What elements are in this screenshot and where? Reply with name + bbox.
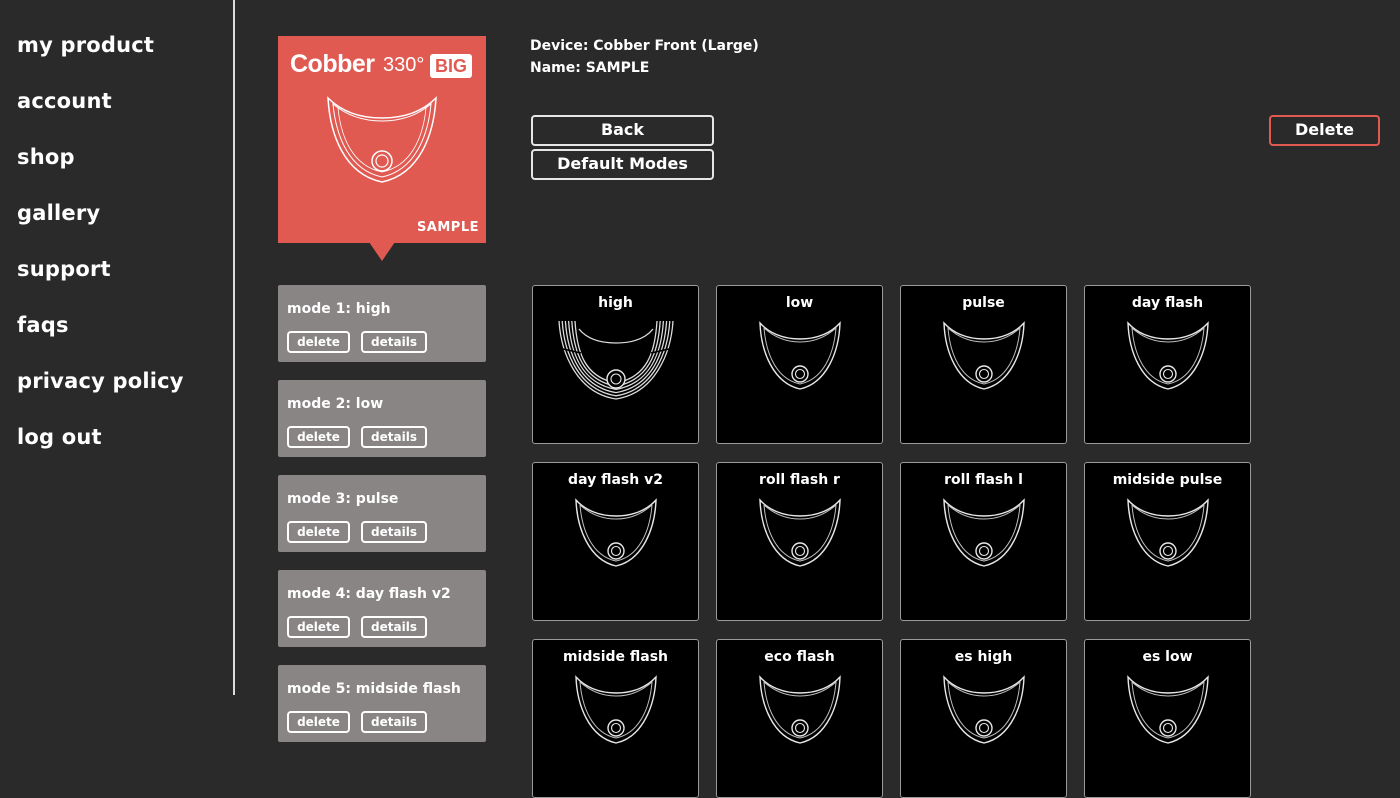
sidebar: my product account shop gallery support … (0, 0, 234, 749)
bike-light-icon (757, 675, 843, 757)
brand-model: 330° (383, 54, 425, 76)
mode-tile[interactable]: es high (900, 639, 1067, 798)
bike-light-icon (757, 498, 843, 580)
mode-delete-button[interactable]: delete (287, 521, 350, 543)
nav-log-out[interactable]: log out (17, 425, 102, 449)
mode-tile[interactable]: day flash v2 (532, 462, 699, 621)
bike-light-icon (1125, 321, 1211, 403)
back-button[interactable]: Back (531, 115, 714, 146)
sidebar-divider (233, 0, 235, 695)
bike-light-icon (941, 498, 1027, 580)
mode-tile[interactable]: eco flash (716, 639, 883, 798)
mode-delete-button[interactable]: delete (287, 616, 350, 638)
mode-item[interactable]: mode 1: high delete details (278, 285, 486, 362)
card-pointer (369, 242, 395, 261)
mode-details-button[interactable]: details (361, 426, 427, 448)
mode-details-button[interactable]: details (361, 711, 427, 733)
mode-tile-label: day flash v2 (568, 472, 663, 488)
delete-device-button[interactable]: Delete (1269, 115, 1380, 146)
mode-tile[interactable]: midside flash (532, 639, 699, 798)
mode-tile-label: midside flash (562, 649, 669, 665)
mode-tile-label: low (785, 295, 814, 311)
mode-item[interactable]: mode 5: midside flash delete details (278, 665, 486, 742)
mode-title: mode 3: pulse (287, 491, 399, 507)
mode-title: mode 5: midside flash (287, 681, 461, 697)
bike-light-icon (573, 675, 659, 757)
bike-light-icon (1125, 498, 1211, 580)
device-name: Name: SAMPLE (530, 60, 650, 76)
mode-tile-label: roll flash l (944, 472, 1023, 488)
brand-name: Cobber (290, 50, 375, 78)
nav-faqs[interactable]: faqs (17, 313, 69, 337)
mode-item[interactable]: mode 4: day flash v2 delete details (278, 570, 486, 647)
brand-badge: BIG (430, 54, 473, 78)
nav-shop[interactable]: shop (17, 145, 75, 169)
mode-tile-label: pulse (962, 295, 1005, 311)
mode-delete-button[interactable]: delete (287, 331, 350, 353)
mode-tile[interactable]: roll flash l (900, 462, 1067, 621)
bike-light-icon (557, 319, 675, 407)
bike-light-icon (941, 321, 1027, 403)
mode-details-button[interactable]: details (361, 331, 427, 353)
card-sample-label: SAMPLE (416, 220, 479, 235)
mode-title: mode 1: high (287, 301, 391, 317)
mode-delete-button[interactable]: delete (287, 711, 350, 733)
mode-tile-label: roll flash r (759, 472, 840, 488)
mode-tile-label: es high (954, 649, 1013, 665)
mode-tile[interactable]: day flash (1084, 285, 1251, 444)
device-info: Device: Cobber Front (Large) (530, 38, 759, 54)
nav-account[interactable]: account (17, 89, 112, 113)
default-modes-button[interactable]: Default Modes (531, 149, 714, 180)
mode-tile-label: high (598, 295, 633, 311)
mode-title: mode 4: day flash v2 (287, 586, 451, 602)
mode-title: mode 2: low (287, 396, 384, 412)
bike-light-icon (1125, 675, 1211, 757)
bike-light-icon (941, 675, 1027, 757)
nav-gallery[interactable]: gallery (17, 201, 100, 225)
bike-light-icon (573, 498, 659, 580)
mode-tile[interactable]: roll flash r (716, 462, 883, 621)
mode-tile[interactable]: midside pulse (1084, 462, 1251, 621)
mode-details-button[interactable]: details (361, 616, 427, 638)
mode-delete-button[interactable]: delete (287, 426, 350, 448)
mode-details-button[interactable]: details (361, 521, 427, 543)
bike-light-icon (327, 96, 437, 183)
mode-tile[interactable]: high (532, 285, 699, 444)
mode-item[interactable]: mode 2: low delete details (278, 380, 486, 457)
mode-item[interactable]: mode 3: pulse delete details (278, 475, 486, 552)
mode-tile-label: midside pulse (1112, 472, 1223, 488)
bike-light-icon (757, 321, 843, 403)
mode-tile[interactable]: pulse (900, 285, 1067, 444)
nav-my-product[interactable]: my product (17, 33, 154, 57)
mode-tile-label: day flash (1131, 295, 1204, 311)
mode-tile-label: eco flash (764, 649, 835, 665)
nav-privacy-policy[interactable]: privacy policy (17, 369, 184, 393)
nav-support[interactable]: support (17, 257, 111, 281)
mode-tile-label: es low (1142, 649, 1193, 665)
mode-tile[interactable]: es low (1084, 639, 1251, 798)
mode-tile[interactable]: low (716, 285, 883, 444)
product-card: Cobber 330° BIG SAMPLE (278, 36, 486, 243)
